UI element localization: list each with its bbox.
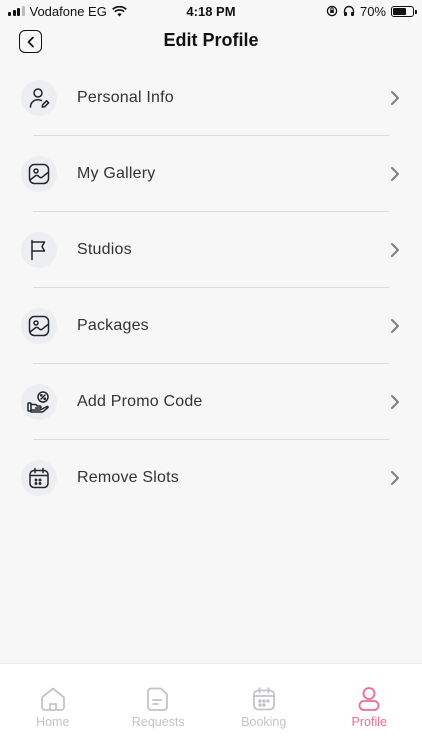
- status-right: 70%: [326, 3, 417, 19]
- tab-label: Booking: [241, 715, 287, 729]
- bottom-tab-bar: Home Requests Booking Profile: [0, 663, 422, 750]
- calendar-icon: [21, 460, 57, 496]
- chevron-right-icon: [391, 167, 399, 181]
- signal-icon: [8, 6, 25, 16]
- headphones-icon: [343, 5, 355, 16]
- tab-label: Home: [36, 715, 70, 729]
- page-title: Edit Profile: [163, 30, 259, 50]
- menu-item-my-gallery[interactable]: My Gallery: [0, 136, 422, 212]
- chevron-right-icon: [391, 91, 399, 105]
- menu-item-label: My Gallery: [77, 165, 156, 182]
- profile-menu: Personal Info My Gallery Studios Package…: [0, 60, 422, 516]
- wifi-icon: [111, 5, 127, 16]
- status-bar: Vodafone EG 4:18 PM 70%: [0, 0, 422, 22]
- tab-label: Requests: [131, 715, 185, 729]
- chevron-right-icon: [391, 243, 399, 257]
- tab-profile[interactable]: Profile: [317, 686, 422, 750]
- tab-home[interactable]: Home: [0, 686, 105, 750]
- document-icon: [147, 687, 169, 711]
- home-icon: [40, 687, 65, 711]
- battery-percent: 70%: [359, 3, 386, 19]
- menu-item-label: Personal Info: [77, 89, 174, 106]
- user-edit-icon: [21, 80, 57, 116]
- carrier-name: Vodafone EG: [29, 3, 107, 19]
- tab-label: Profile: [351, 715, 387, 729]
- profile-icon: [358, 687, 380, 711]
- image-icon: [21, 308, 57, 344]
- menu-item-personal-info[interactable]: Personal Info: [0, 60, 422, 136]
- status-left: Vodafone EG: [8, 4, 127, 19]
- menu-item-label: Studios: [77, 241, 132, 258]
- menu-item-studios[interactable]: Studios: [0, 212, 422, 288]
- promo-hand-icon: [21, 384, 57, 420]
- tab-requests[interactable]: Requests: [106, 686, 211, 750]
- chevron-right-icon: [391, 395, 399, 409]
- menu-item-remove-slots[interactable]: Remove Slots: [0, 440, 422, 516]
- menu-item-label: Add Promo Code: [77, 393, 203, 410]
- chevron-right-icon: [391, 319, 399, 333]
- menu-item-add-promo-code[interactable]: Add Promo Code: [0, 364, 422, 440]
- calendar-icon: [252, 687, 275, 711]
- flag-icon: [21, 232, 57, 268]
- image-icon: [21, 156, 57, 192]
- chevron-right-icon: [391, 471, 399, 485]
- tab-booking[interactable]: Booking: [211, 686, 316, 750]
- header: Edit Profile: [0, 26, 422, 58]
- menu-item-label: Remove Slots: [77, 469, 179, 486]
- menu-item-label: Packages: [77, 317, 149, 334]
- orientation-lock-icon: [326, 5, 338, 17]
- battery-icon: [391, 5, 417, 17]
- menu-item-packages[interactable]: Packages: [0, 288, 422, 364]
